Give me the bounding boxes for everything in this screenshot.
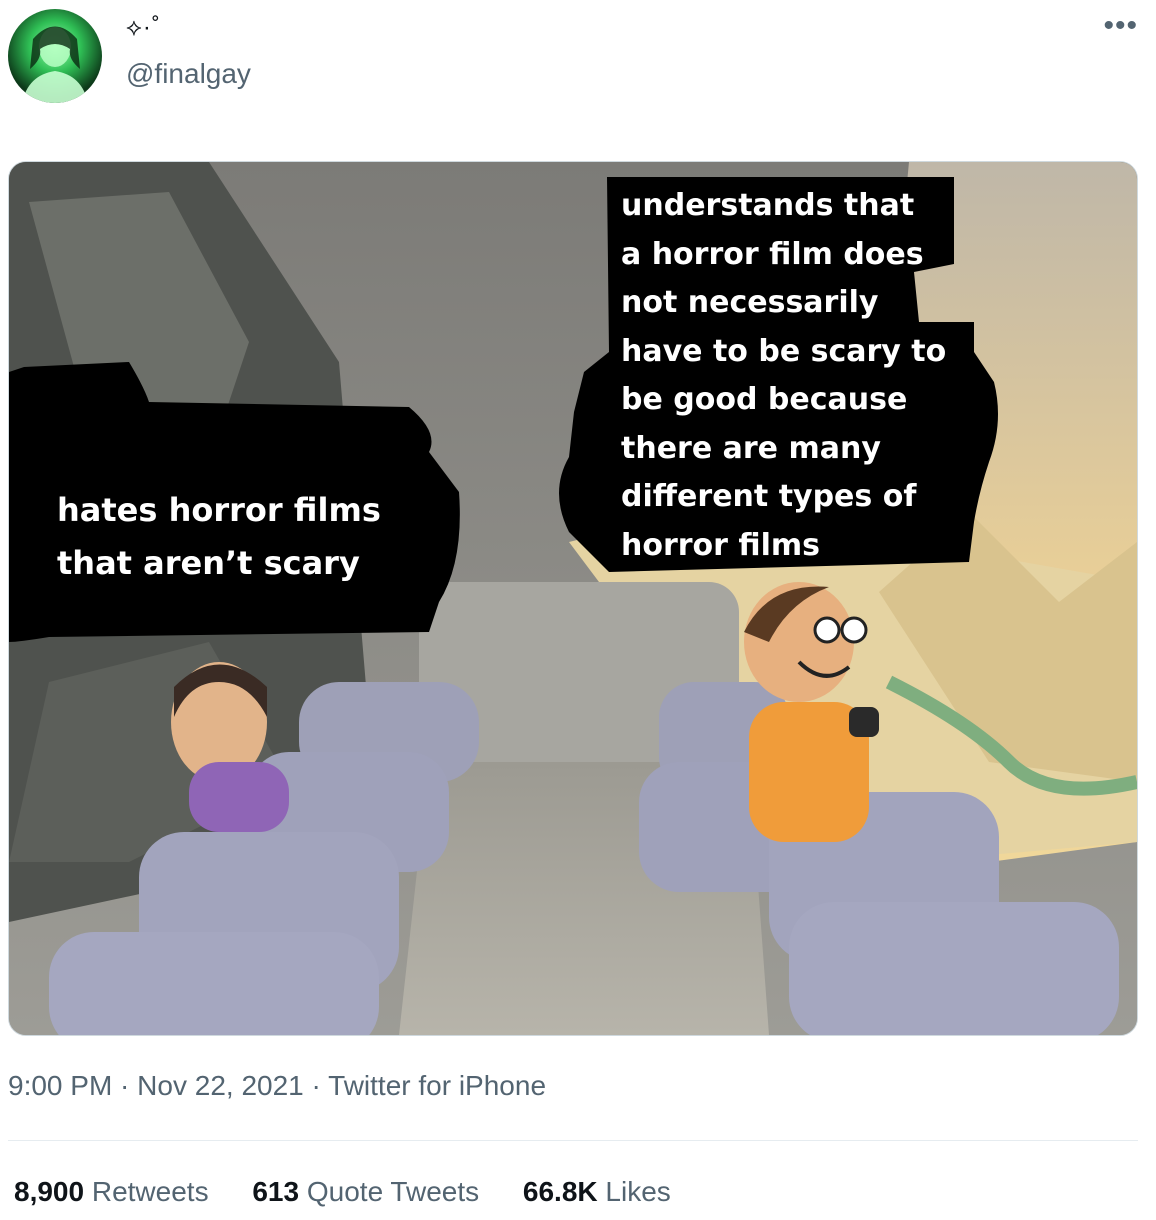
quote-tweets-stat[interactable]: 613 Quote Tweets: [252, 1176, 479, 1208]
tweet-media[interactable]: hates horror films that aren’t scary und…: [8, 161, 1138, 1036]
divider: [8, 1140, 1138, 1141]
separator: ·: [112, 1070, 138, 1101]
likes-label: Likes: [605, 1176, 671, 1207]
tweet-metadata: 9:00 PM · Nov 22, 2021 · Twitter for iPh…: [8, 1070, 546, 1102]
caption-line: that aren’t scary: [57, 544, 360, 582]
caption-line: have to be scary to: [621, 333, 947, 369]
tweet-source[interactable]: Twitter for iPhone: [328, 1070, 546, 1101]
caption-line: not necessarily: [621, 285, 879, 320]
likes-count: 66.8K: [522, 1176, 598, 1207]
meme-caption-right: understands that a horror film does not …: [621, 182, 981, 570]
caption-line: different types of: [621, 479, 917, 514]
caption-line: be good because: [621, 382, 908, 417]
retweets-label: Retweets: [91, 1176, 209, 1207]
more-icon[interactable]: •••: [1103, 11, 1138, 41]
retweets-stat[interactable]: 8,900 Retweets: [14, 1176, 209, 1208]
caption-line: horror films: [621, 527, 821, 563]
quote-tweets-count: 613: [252, 1176, 300, 1207]
quote-tweets-label: Quote Tweets: [306, 1176, 480, 1207]
likes-stat[interactable]: 66.8K Likes: [523, 1176, 671, 1208]
display-name[interactable]: ⟡·˚: [126, 14, 161, 42]
tweet-time[interactable]: 9:00 PM: [8, 1070, 112, 1101]
retweets-count: 8,900: [14, 1176, 85, 1207]
separator: ·: [303, 1070, 329, 1101]
caption-line: a horror film does: [621, 236, 924, 272]
avatar[interactable]: [8, 9, 102, 103]
caption-line: hates horror films: [57, 491, 381, 529]
tweet-header: ⟡·˚ @finalgay •••: [0, 0, 1156, 140]
user-handle[interactable]: @finalgay: [126, 58, 251, 90]
meme-caption-left: hates horror films that aren’t scary: [57, 484, 457, 590]
tweet-date[interactable]: Nov 22, 2021: [137, 1070, 304, 1101]
caption-line: understands that: [621, 188, 915, 223]
tweet-stats: 8,900 Retweets 613 Quote Tweets 66.8K Li…: [14, 1176, 707, 1208]
caption-line: there are many: [621, 430, 881, 466]
